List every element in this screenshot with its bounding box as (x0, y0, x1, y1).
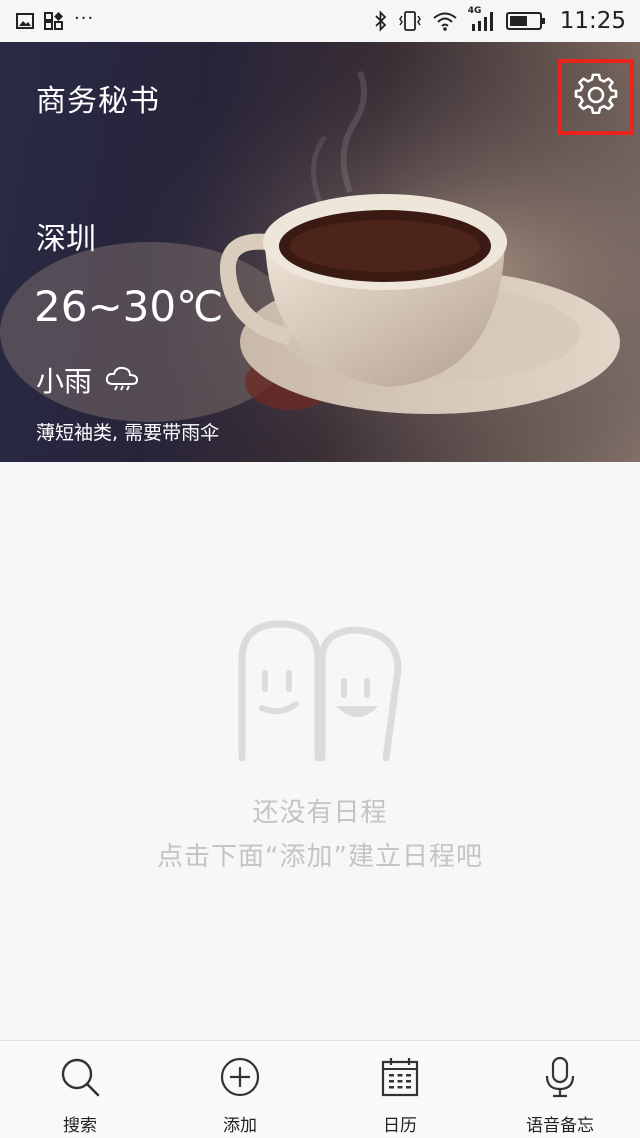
smiling-faces-icon (236, 620, 404, 762)
weather-condition: 小雨 (36, 365, 93, 398)
battery-icon (505, 11, 546, 31)
signal-icon: 4G (468, 6, 496, 32)
vibrate-icon (398, 10, 422, 32)
weather-condition-row: 小雨 (36, 360, 140, 400)
settings-button[interactable] (558, 59, 634, 135)
nav-voice-memo[interactable]: 语音备忘 (480, 1041, 640, 1138)
calendar-icon (378, 1055, 422, 1099)
bluetooth-icon (374, 10, 388, 32)
gear-icon (574, 73, 618, 121)
clock: 11:25 (559, 8, 626, 34)
status-bar-left: ··· (16, 8, 95, 30)
weather-header: 商务秘书 深圳 26~30℃ 小雨 薄短袖类, 需要带雨伞 (0, 42, 640, 462)
add-circle-icon (218, 1055, 262, 1099)
image-icon (16, 13, 34, 29)
status-bar-right: 4G 11:25 (374, 6, 626, 34)
nav-search-label: 搜索 (63, 1116, 97, 1136)
search-icon (58, 1055, 102, 1099)
temperature: 26~30℃ (34, 282, 224, 331)
nav-calendar[interactable]: 日历 (320, 1041, 480, 1138)
city-name: 深圳 (36, 222, 96, 257)
more-notifications: ··· (74, 8, 95, 29)
empty-subtitle: 点击下面“添加”建立日程吧 (157, 842, 483, 872)
app-title: 商务秘书 (36, 84, 160, 119)
microphone-icon (538, 1055, 582, 1099)
empty-title: 还没有日程 (252, 798, 388, 828)
nav-calendar-label: 日历 (383, 1116, 417, 1136)
bottom-navigation: 搜索 添加 日历 语音备忘 (0, 1040, 640, 1138)
status-bar: ··· 4G 11:25 (0, 0, 640, 42)
weather-advice: 薄短袖类, 需要带雨伞 (36, 422, 220, 444)
cloud-rain-icon (104, 364, 140, 396)
network-type: 4G (467, 6, 482, 16)
nav-add[interactable]: 添加 (160, 1041, 320, 1138)
nav-voice-memo-label: 语音备忘 (526, 1116, 594, 1136)
apps-icon (44, 12, 64, 30)
nav-search[interactable]: 搜索 (0, 1041, 160, 1138)
wifi-icon (432, 11, 458, 31)
nav-add-label: 添加 (223, 1116, 257, 1136)
